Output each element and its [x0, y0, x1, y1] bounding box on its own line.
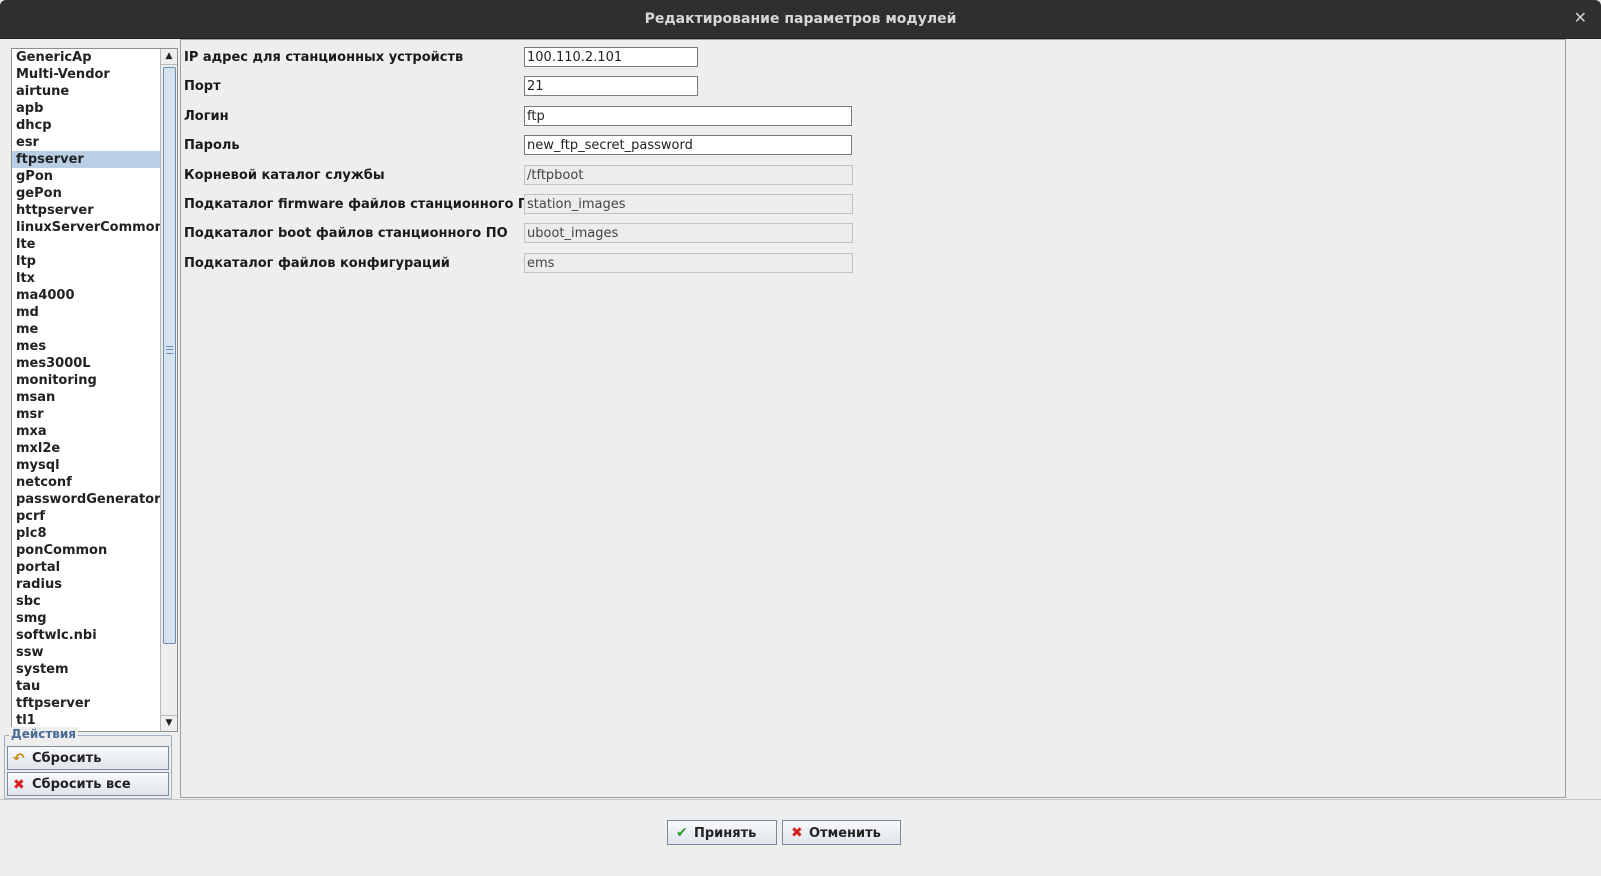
- list-item[interactable]: mxl2e: [12, 440, 160, 457]
- cancel-button-label: Отменить: [809, 826, 881, 841]
- list-item[interactable]: mes: [12, 338, 160, 355]
- list-item[interactable]: ftpserver: [12, 151, 160, 168]
- module-list-items: GenericAp Multi-Vendor airtune apb dhcp esr ft…: [12, 49, 160, 731]
- field-input[interactable]: 21: [524, 76, 698, 97]
- list-item[interactable]: mxa: [12, 423, 160, 440]
- close-icon[interactable]: ✕: [1574, 8, 1587, 27]
- window-titlebar: Редактирование параметров модулей ✕: [0, 0, 1601, 39]
- scroll-up-icon[interactable]: ▲: [161, 49, 177, 65]
- field-input[interactable]: station_images: [524, 194, 853, 214]
- list-item[interactable]: airtune: [12, 83, 160, 100]
- module-list-scrollbar[interactable]: ▲ ▼: [160, 49, 177, 731]
- field-label: Подкаталог firmware файлов станционного …: [184, 197, 540, 212]
- field-label: Подкаталог файлов конфигураций: [184, 255, 450, 271]
- list-item[interactable]: monitoring: [12, 372, 160, 389]
- scroll-down-icon[interactable]: ▼: [161, 715, 177, 731]
- field-input[interactable]: ftp: [524, 105, 852, 126]
- list-item[interactable]: linuxServerCommon: [12, 219, 160, 236]
- dialog-button-bar: ✔ Принять ✖ Отменить: [0, 799, 1601, 876]
- accept-button[interactable]: ✔ Принять: [667, 820, 777, 845]
- dialog-body: GenericAp Multi-Vendor airtune apb dhcp esr ft…: [0, 39, 1601, 876]
- field-label: Подкаталог boot файлов станционного ПО: [184, 226, 508, 242]
- reset-button[interactable]: ↶ Сбросить: [7, 746, 169, 770]
- scrollbar-thumb[interactable]: [163, 67, 176, 644]
- reset-button-label: Сбросить: [32, 751, 102, 766]
- list-item[interactable]: smg: [12, 610, 160, 627]
- module-list[interactable]: GenericAp Multi-Vendor airtune apb dhcp esr ft…: [11, 48, 178, 732]
- list-item[interactable]: ssw: [12, 644, 160, 661]
- accept-button-label: Принять: [694, 826, 757, 841]
- undo-icon: ↶: [13, 751, 25, 767]
- list-item[interactable]: ltx: [12, 270, 160, 287]
- field-label: Логин: [184, 108, 229, 124]
- field-label: IP адрес для станционных устройств: [184, 50, 464, 65]
- list-item[interactable]: dhcp: [12, 117, 160, 134]
- list-item[interactable]: gePon: [12, 185, 160, 202]
- actions-legend: Действия: [9, 727, 79, 741]
- list-item[interactable]: mysql: [12, 457, 160, 474]
- checkmark-icon: ✔: [676, 825, 688, 841]
- field-input[interactable]: ems: [524, 252, 853, 273]
- field-input[interactable]: 100.110.2.101: [524, 47, 698, 67]
- cancel-button[interactable]: ✖ Отменить: [782, 820, 901, 845]
- list-item[interactable]: me: [12, 321, 160, 338]
- list-item[interactable]: msan: [12, 389, 160, 406]
- reset-all-button[interactable]: ✖ Сбросить все: [7, 772, 169, 796]
- field-label: Пароль: [184, 138, 240, 154]
- list-item[interactable]: mes3000L: [12, 355, 160, 372]
- list-item[interactable]: ltp: [12, 253, 160, 270]
- list-item[interactable]: GenericAp: [12, 49, 160, 66]
- list-item[interactable]: ma4000: [12, 287, 160, 304]
- list-item[interactable]: sbc: [12, 593, 160, 610]
- list-item[interactable]: gPon: [12, 168, 160, 185]
- list-item[interactable]: radius: [12, 576, 160, 593]
- list-item[interactable]: Multi-Vendor: [12, 66, 160, 83]
- list-item[interactable]: passwordGenerator: [12, 491, 160, 508]
- field-label: Корневой каталог службы: [184, 167, 385, 183]
- list-item[interactable]: esr: [12, 134, 160, 151]
- list-item[interactable]: softwlc.nbi: [12, 627, 160, 644]
- list-item[interactable]: md: [12, 304, 160, 321]
- list-item[interactable]: portal: [12, 559, 160, 576]
- list-item[interactable]: apb: [12, 100, 160, 117]
- list-item[interactable]: lte: [12, 236, 160, 253]
- field-input[interactable]: /tftpboot: [524, 164, 853, 185]
- window-title: Редактирование параметров модулей: [644, 11, 957, 27]
- list-item[interactable]: pcrf: [12, 508, 160, 525]
- list-item[interactable]: tftpserver: [12, 695, 160, 712]
- list-item[interactable]: msr: [12, 406, 160, 423]
- list-item[interactable]: httpserver: [12, 202, 160, 219]
- reset-all-button-label: Сбросить все: [32, 777, 131, 792]
- list-item[interactable]: ponCommon: [12, 542, 160, 559]
- list-item[interactable]: tau: [12, 678, 160, 695]
- field-input[interactable]: uboot_images: [524, 223, 853, 244]
- red-x-icon: ✖: [791, 825, 803, 841]
- module-parameters-panel: IP адрес для станционных устройств 100.11…: [180, 39, 1566, 798]
- list-item[interactable]: plc8: [12, 525, 160, 542]
- grip-icon: [166, 346, 173, 354]
- list-item[interactable]: netconf: [12, 474, 160, 491]
- red-x-icon: ✖: [13, 777, 25, 793]
- actions-group: Действия ↶ Сбросить ✖ Сбросить все: [4, 727, 172, 799]
- field-label: Порт: [184, 79, 221, 95]
- list-item[interactable]: system: [12, 661, 160, 678]
- field-input[interactable]: new_ftp_secret_password: [524, 135, 852, 156]
